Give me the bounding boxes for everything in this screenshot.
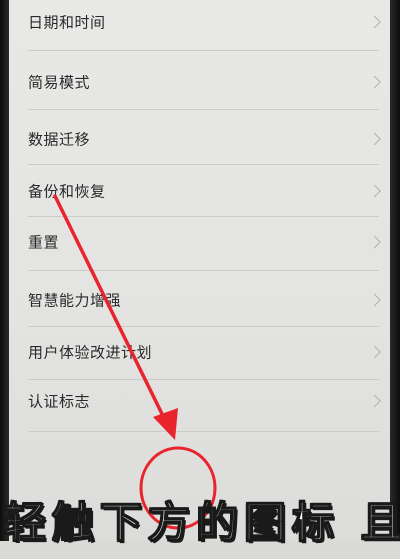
- chevron-right-icon: [368, 394, 381, 407]
- settings-item-user-experience[interactable]: 用户体验改进计划: [9, 324, 390, 379]
- settings-item-reset[interactable]: 重置: [9, 214, 390, 269]
- phone-bezel-right: [390, 0, 400, 541]
- divider: [28, 270, 379, 271]
- settings-item-label: 用户体验改进计划: [28, 343, 153, 361]
- settings-item-label: 认证标志: [28, 392, 91, 410]
- settings-item-label: 日期和时间: [28, 13, 106, 31]
- settings-screen: 日期和时间 简易模式 数据迁移 备份和恢复 重置 智慧能力增强 用户体验改进计划…: [9, 0, 390, 541]
- chevron-right-icon: [368, 235, 381, 248]
- chevron-right-icon: [368, 75, 381, 88]
- settings-item-simple-mode[interactable]: 简易模式: [9, 54, 390, 109]
- settings-item-data-migration[interactable]: 数据迁移: [9, 111, 390, 166]
- settings-item-label: 数据迁移: [28, 130, 91, 148]
- divider: [28, 431, 379, 432]
- chevron-right-icon: [368, 132, 381, 145]
- settings-item-label: 简易模式: [28, 73, 91, 91]
- chevron-right-icon: [368, 345, 381, 358]
- settings-item-label: 备份和恢复: [28, 182, 106, 200]
- chevron-right-icon: [368, 184, 381, 197]
- settings-item-label: 智慧能力增强: [28, 291, 122, 309]
- chevron-right-icon: [368, 15, 381, 28]
- settings-item-label: 重置: [28, 233, 60, 251]
- settings-item-smart-enhancement[interactable]: 智慧能力增强: [9, 272, 390, 327]
- settings-item-backup-restore[interactable]: 备份和恢复: [9, 163, 390, 218]
- settings-item-date-time[interactable]: 日期和时间: [9, 0, 390, 49]
- divider: [28, 50, 379, 51]
- chevron-right-icon: [368, 293, 381, 306]
- divider: [28, 109, 379, 110]
- settings-item-certification[interactable]: 认证标志: [9, 373, 390, 428]
- tutorial-caption: 轻触下方的图标 且: [0, 489, 400, 559]
- phone-bezel-left: [0, 0, 9, 541]
